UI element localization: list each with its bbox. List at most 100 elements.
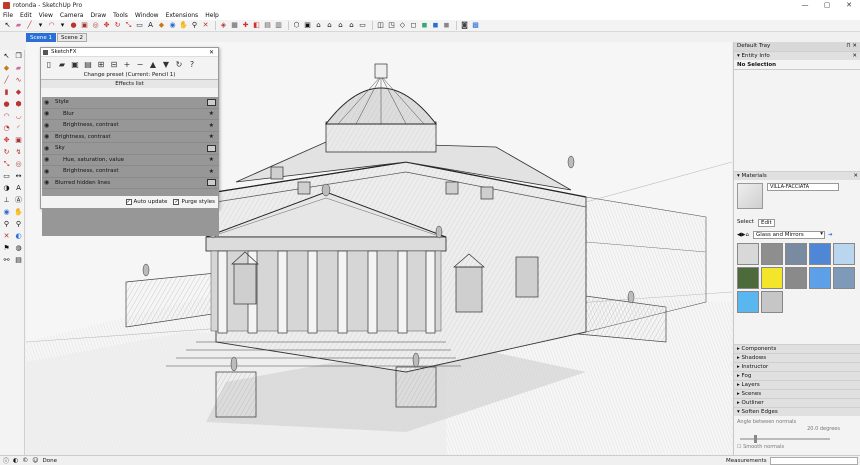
material-swatch[interactable] (785, 267, 807, 289)
look-around-icon[interactable]: ◍ (13, 243, 24, 254)
hidden-line-style-icon[interactable]: ◻ (409, 21, 418, 30)
menu-camera[interactable]: Camera (60, 12, 84, 19)
eye-icon[interactable]: ◉ (44, 122, 53, 129)
zoom-icon[interactable]: ⚲ (1, 219, 12, 230)
auto-update-checkbox[interactable]: ✓ Auto update (125, 199, 167, 205)
style-thumbnail-icon[interactable] (207, 98, 216, 106)
select-icon[interactable]: ↖ (1, 51, 12, 62)
shadows-header[interactable]: ▸ Shadows (734, 353, 860, 362)
offset-icon[interactable]: ◎ (13, 159, 24, 170)
extension-manager-icon[interactable]: ▥ (274, 21, 283, 30)
maximize-button[interactable]: ▢ (816, 0, 838, 10)
purge-styles-checkbox[interactable]: ✓ Purge styles (173, 199, 215, 205)
component-icon[interactable]: ❒ (13, 51, 24, 62)
eye-icon[interactable]: ◉ (44, 156, 53, 163)
axes-icon[interactable]: ⊥ (1, 195, 12, 206)
material-swatch[interactable] (761, 291, 783, 313)
text-icon[interactable]: A (13, 183, 24, 194)
details-icon[interactable]: ➔ (828, 232, 833, 238)
top-view-icon[interactable]: ▣ (303, 21, 312, 30)
arc2-icon[interactable]: ◡ (13, 111, 24, 122)
export-image-icon[interactable]: ▤ (83, 60, 93, 69)
move-up-icon[interactable]: ▲ (148, 60, 158, 69)
menu-window[interactable]: Window (135, 12, 159, 19)
right-view-icon[interactable]: ⌂ (325, 21, 334, 30)
line-tool-icon[interactable]: ╱ (25, 21, 34, 30)
tab-scene-1[interactable]: Scene 1 (26, 33, 57, 42)
tab-edit[interactable]: Edit (757, 219, 775, 227)
text-tool-icon[interactable]: A (146, 21, 155, 30)
refresh-icon[interactable]: ↻ (174, 60, 184, 69)
info-icon[interactable]: ⓘ (3, 456, 9, 465)
remove-effect-icon[interactable]: − (135, 60, 145, 69)
scale-tool-icon[interactable]: ⤡ (124, 21, 133, 30)
move-tool-icon[interactable]: ✥ (102, 21, 111, 30)
menu-tools[interactable]: Tools (113, 12, 128, 19)
star-icon[interactable]: ★ (209, 110, 214, 117)
circle-tool-icon[interactable]: ● (69, 21, 78, 30)
paint-icon[interactable]: ◆ (1, 63, 12, 74)
line-icon[interactable]: ╱ (1, 75, 12, 86)
help-icon[interactable]: ? (187, 60, 197, 69)
eraser-tool-icon[interactable]: ▰ (14, 21, 23, 30)
material-library-select[interactable]: Glass and Mirrors (752, 231, 825, 239)
material-swatch[interactable] (833, 243, 855, 265)
back-view-icon[interactable]: ⌂ (336, 21, 345, 30)
tab-scene-2[interactable]: Scene 2 (57, 33, 88, 42)
soften-edges-header[interactable]: ▾ Soften Edges (734, 407, 860, 416)
layers-header[interactable]: ▸ Layers (734, 380, 860, 389)
push-pull-icon[interactable]: ▣ (13, 135, 24, 146)
sketchfx-render-icon[interactable]: ▩ (471, 21, 480, 30)
offset-tool-icon[interactable]: ◎ (91, 21, 100, 30)
outliner-header[interactable]: ▸ Outliner (734, 398, 860, 407)
scenes-header[interactable]: ▸ Scenes (734, 389, 860, 398)
materials-header[interactable]: ▾ Materials ✕ (734, 171, 860, 180)
front-view-icon[interactable]: ⌂ (314, 21, 323, 30)
style-thumbnail-icon[interactable] (207, 179, 216, 187)
rotate-icon[interactable]: ↻ (1, 147, 12, 158)
material-swatch[interactable] (737, 267, 759, 289)
list-item[interactable]: ◉ Brightness, contrast ★ (42, 132, 219, 143)
select-tool-icon[interactable]: ↖ (3, 21, 12, 30)
list-item[interactable]: ◉ Sky (42, 143, 219, 155)
left-view-icon[interactable]: ⌂ (347, 21, 356, 30)
freehand-icon[interactable]: ∿ (13, 75, 24, 86)
material-swatch[interactable] (737, 243, 759, 265)
zoom-extents-icon[interactable]: ✕ (1, 231, 12, 242)
sketchfx-titlebar[interactable]: SketchFX ✕ (41, 48, 218, 57)
eye-icon[interactable]: ◉ (44, 133, 53, 140)
material-swatch[interactable] (761, 267, 783, 289)
monochrome-style-icon[interactable]: ◼ (442, 21, 451, 30)
user-icon[interactable]: ☺ (32, 457, 38, 464)
eye-icon[interactable]: ◉ (44, 179, 53, 186)
material-swatch[interactable] (809, 243, 831, 265)
star-icon[interactable]: ★ (209, 133, 214, 140)
pan-icon[interactable]: ✋ (13, 207, 24, 218)
zoom-extents-icon[interactable]: ✕ (201, 21, 210, 30)
eraser-icon[interactable]: ▰ (13, 63, 24, 74)
wireframe-style-icon[interactable]: ◇ (398, 21, 407, 30)
open-folder-icon[interactable]: ▰ (57, 60, 67, 69)
list-item[interactable]: ◉ Hue, saturation, value ★ (42, 155, 219, 166)
circle-icon[interactable]: ● (1, 99, 12, 110)
material-swatch[interactable] (809, 267, 831, 289)
pan-tool-icon[interactable]: ✋ (179, 21, 188, 30)
star-icon[interactable]: ★ (209, 168, 214, 175)
tape-measure-tool-icon[interactable]: ▭ (135, 21, 144, 30)
dimension-icon[interactable]: ↔ (13, 171, 24, 182)
menu-draw[interactable]: Draw (90, 12, 106, 19)
style-builder-icon[interactable]: ▤ (263, 21, 272, 30)
geo-location-icon[interactable]: ◐ (13, 457, 18, 464)
walk-icon[interactable]: ⚯ (1, 255, 12, 266)
close-icon[interactable]: ✕ (852, 52, 857, 60)
warehouse-icon[interactable]: ◈ (219, 21, 228, 30)
close-window-button[interactable]: ✕ (838, 0, 860, 10)
credits-icon[interactable]: © (22, 457, 28, 464)
arc3-icon[interactable]: ◜ (13, 123, 24, 134)
minimize-button[interactable]: — (794, 0, 816, 10)
material-swatch[interactable] (833, 267, 855, 289)
textured-style-icon[interactable]: ◼ (431, 21, 440, 30)
save-icon[interactable]: ▣ (70, 60, 80, 69)
sketchfx-icon[interactable]: ◙ (460, 21, 469, 30)
add-effect-icon[interactable]: + (122, 60, 132, 69)
